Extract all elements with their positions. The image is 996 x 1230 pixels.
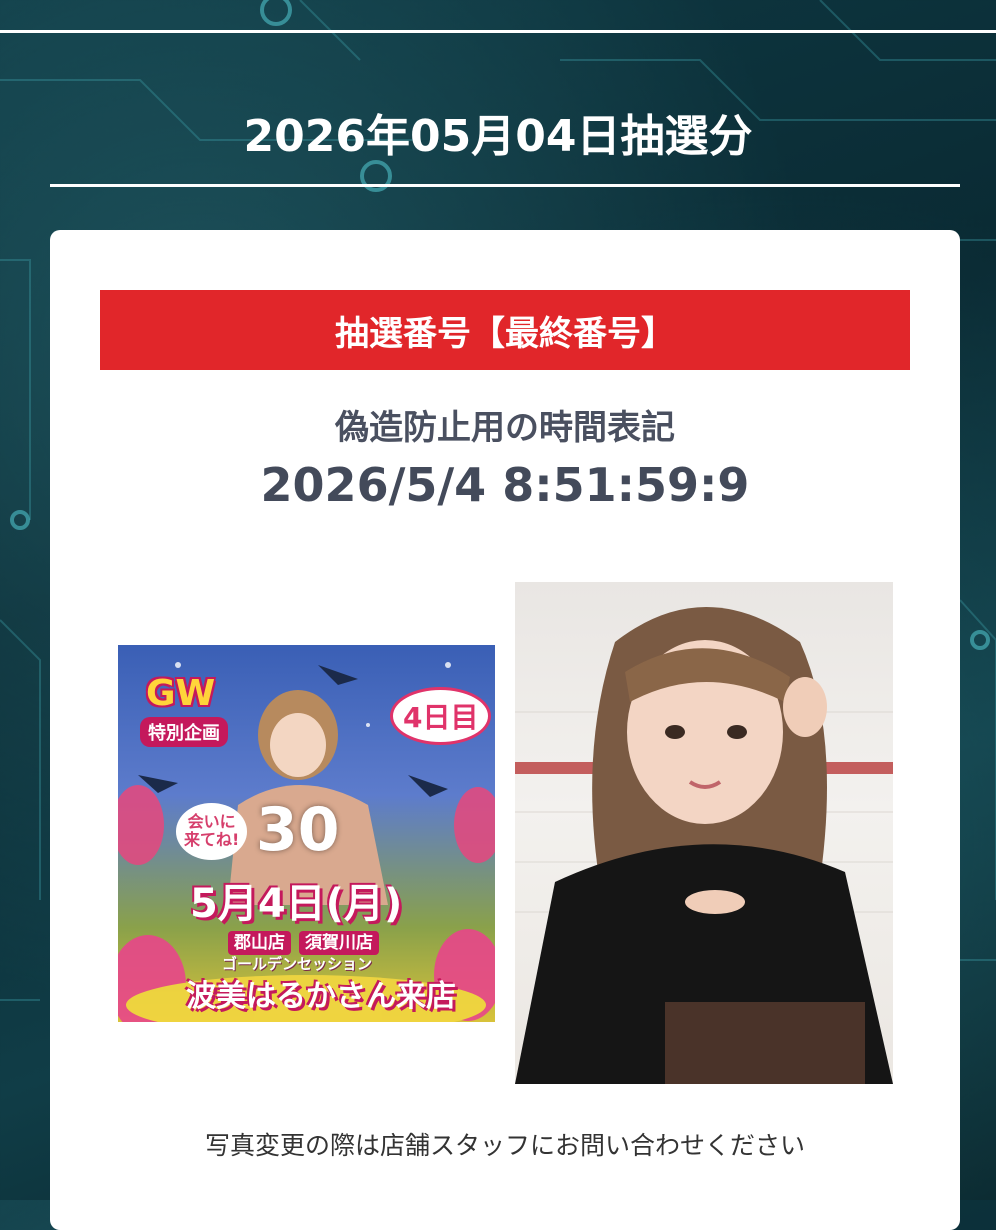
poster-store-2: 須賀川店 — [299, 931, 379, 955]
poster-special-label: 特別企画 — [140, 717, 228, 747]
poster-day-badge: 4日目 — [390, 687, 492, 745]
top-divider — [0, 30, 996, 33]
anti-forgery-label: 偽造防止用の時間表記 — [335, 408, 675, 448]
lottery-card: 抽選番号【最終番号】 偽造防止用の時間表記 2026/5/4 8:51:59:9 — [50, 230, 960, 1230]
poster-stores: 郡山店 須賀川店 — [228, 928, 387, 955]
lottery-number-overlay: 30 — [256, 795, 340, 865]
poster-meet-bubble: 会いに 来てね! — [176, 803, 248, 860]
poster-guest-name: 波美はるかさん来店 — [186, 979, 456, 1014]
poster-store-1: 郡山店 — [228, 931, 291, 955]
poster-meet-line1: 会いに — [187, 812, 236, 831]
title-underline — [50, 184, 960, 187]
poster-date: 5月4日(月) — [190, 881, 403, 927]
poster-gw-text: GW — [146, 673, 216, 714]
anti-forgery-timestamp: 2026/5/4 8:51:59:9 — [260, 458, 750, 512]
draw-date-title: 2026年05月04日抽選分 — [243, 111, 753, 162]
poster-meet-line2: 来てね! — [184, 830, 240, 850]
photo-change-note: 写真変更の際は店舗スタッフにお問い合わせください — [204, 1131, 805, 1160]
lottery-number-banner: 抽選番号【最終番号】 — [100, 290, 910, 370]
guest-portrait-photo[interactable] — [515, 582, 893, 1084]
event-poster-image[interactable]: GW 特別企画 4日目 会いに 来てね! 30 5月4日(月) 郡山店 須賀川店 … — [118, 645, 495, 1022]
portrait-artwork — [515, 607, 893, 1084]
